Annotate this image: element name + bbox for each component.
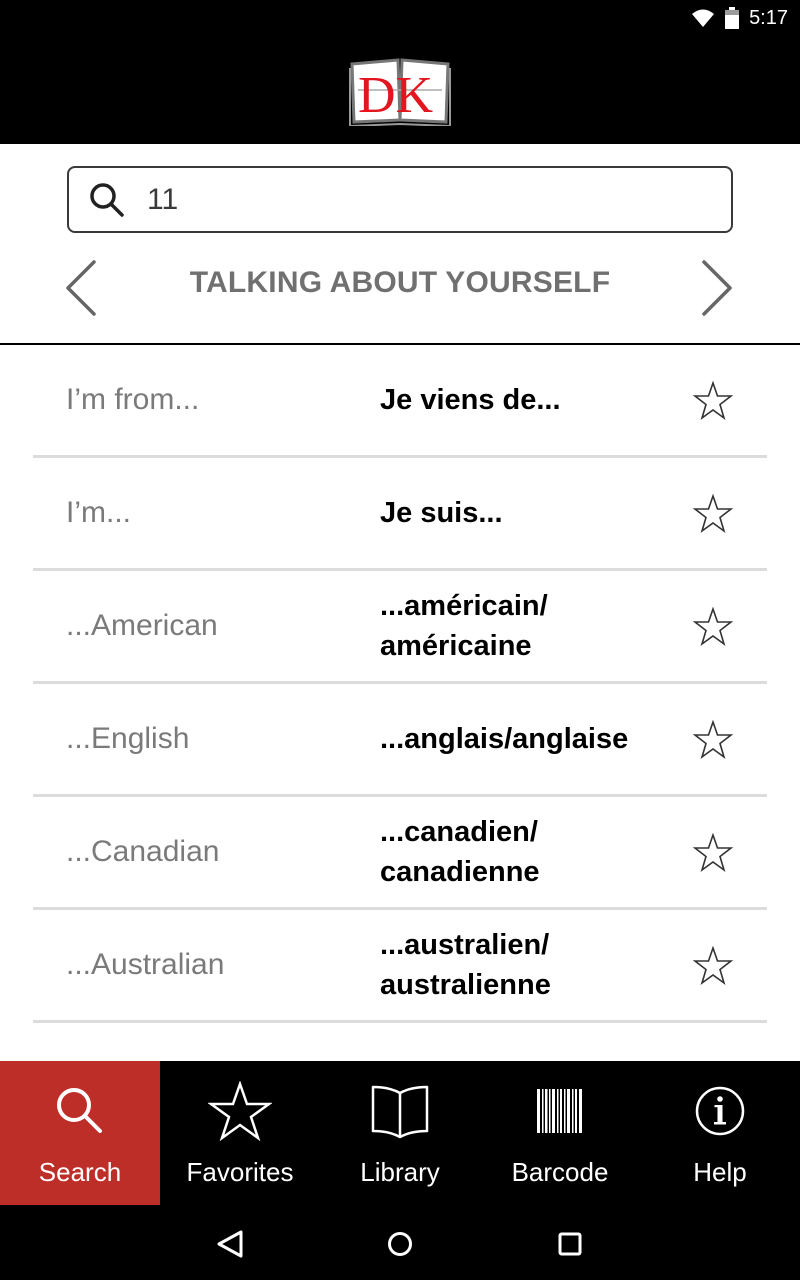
info-icon	[695, 1086, 745, 1136]
battery-icon	[725, 7, 740, 29]
phrase-row[interactable]: ...American ...américain/ américaine	[33, 571, 767, 684]
phrase-row[interactable]: ...English ...anglais/anglaise	[33, 684, 767, 797]
phrase-french: ...anglais/anglaise	[380, 723, 629, 755]
phrase-row[interactable]: ...Canadian ...canadien/ canadienne	[33, 797, 767, 910]
chevron-right-icon[interactable]	[694, 256, 738, 320]
phrase-french: Je suis...	[380, 497, 503, 529]
nav-label: Barcode	[511, 1157, 609, 1187]
search-input[interactable]	[147, 182, 687, 217]
nav-favorites[interactable]: Favorites	[160, 1061, 320, 1205]
phrase-english: ...Canadian	[66, 835, 220, 868]
nav-label: Search	[38, 1157, 122, 1187]
star-icon[interactable]	[693, 720, 733, 760]
phrase-row[interactable]: ...Australian ...australien/ australienn…	[33, 910, 767, 1023]
phrase-row[interactable]: I’m... Je suis...	[33, 458, 767, 571]
star-icon	[208, 1081, 272, 1141]
phrase-row[interactable]: I’m from... Je viens de...	[33, 345, 767, 458]
status-icons: 5:17	[691, 0, 788, 36]
phrase-english: I’m from...	[66, 383, 200, 416]
phrase-french: Je viens de...	[380, 384, 561, 416]
search-icon	[90, 182, 124, 217]
chevron-left-icon[interactable]	[60, 256, 104, 320]
app-header: DK	[0, 36, 800, 144]
nav-library[interactable]: Library	[320, 1061, 480, 1205]
status-time: 5:17	[749, 6, 788, 29]
nav-label: Favorites	[186, 1157, 294, 1187]
barcode-icon	[537, 1089, 582, 1133]
phrase-english: ...Australian	[66, 948, 225, 981]
phrase-french: ...canadien/ canadienne	[380, 816, 540, 888]
star-icon[interactable]	[693, 833, 733, 873]
system-nav-bar	[0, 1205, 800, 1280]
back-icon[interactable]	[213, 1227, 247, 1261]
search-icon	[57, 1088, 102, 1133]
star-icon[interactable]	[693, 381, 733, 421]
nav-help[interactable]: Help	[640, 1061, 800, 1205]
category-title: TALKING ABOUT YOURSELF	[189, 266, 611, 299]
book-icon	[371, 1085, 429, 1139]
star-icon[interactable]	[693, 494, 733, 534]
phrase-english: I’m...	[66, 496, 131, 529]
phrase-english: ...English	[66, 722, 190, 755]
phrase-french: ...américain/ américaine	[380, 590, 548, 662]
search-box[interactable]	[67, 166, 733, 233]
bottom-nav: Search Favorites Library Barcode Help	[0, 1061, 800, 1205]
dk-logo: DK	[349, 58, 451, 126]
nav-search[interactable]: Search	[0, 1061, 160, 1205]
phrase-list: I’m from... Je viens de... I’m... Je sui…	[33, 345, 767, 1023]
star-icon[interactable]	[693, 607, 733, 647]
recents-icon[interactable]	[553, 1227, 587, 1261]
star-icon[interactable]	[693, 946, 733, 986]
home-icon[interactable]	[383, 1227, 417, 1261]
phrase-english: ...American	[66, 609, 218, 642]
phrase-french: ...australien/ australienne	[380, 929, 551, 1001]
nav-label: Help	[693, 1157, 747, 1187]
nav-label: Library	[360, 1157, 440, 1187]
status-bar: 5:17	[0, 0, 800, 36]
wifi-icon	[692, 9, 715, 27]
nav-barcode[interactable]: Barcode	[480, 1061, 640, 1205]
category-nav: TALKING ABOUT YOURSELF	[0, 248, 800, 328]
logo-text: DK	[358, 67, 434, 124]
